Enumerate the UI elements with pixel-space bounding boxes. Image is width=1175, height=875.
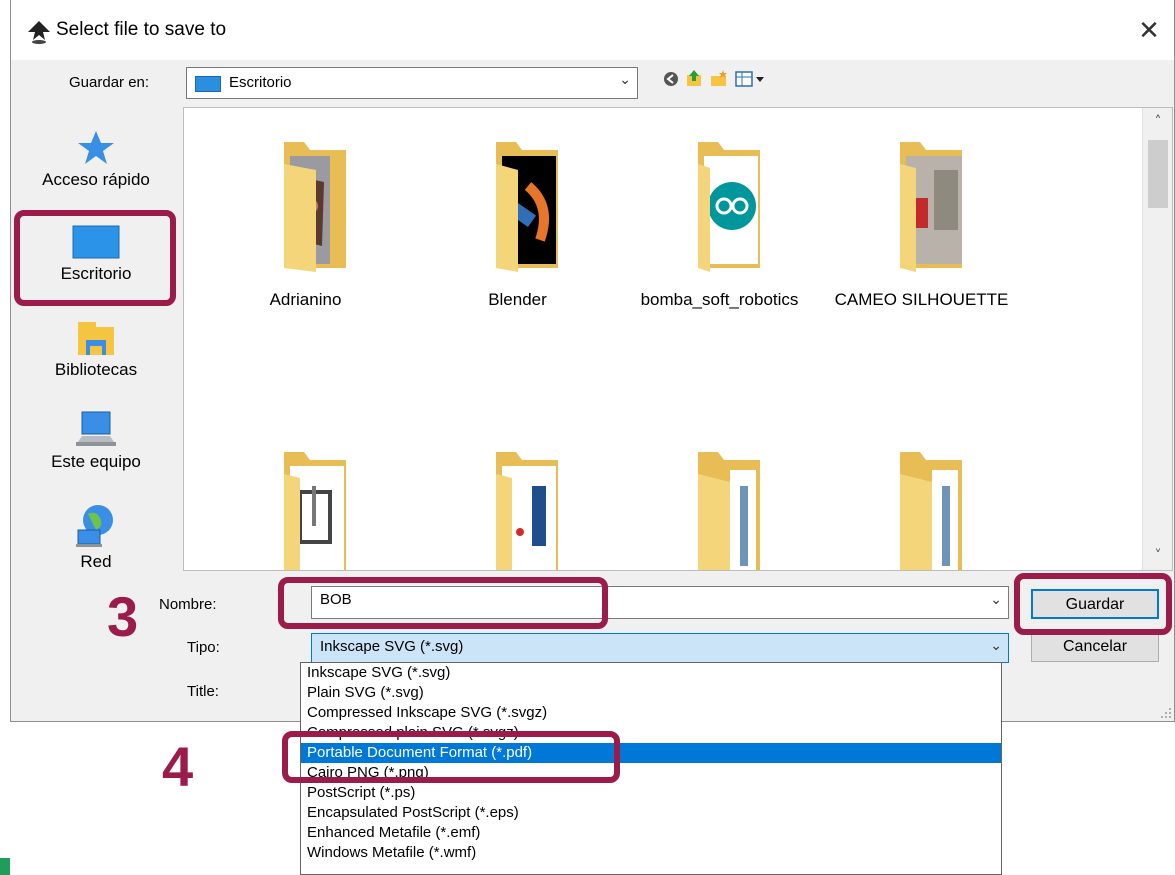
scroll-up-icon[interactable]: ˄ bbox=[1143, 114, 1172, 130]
folder-item[interactable]: bomba_soft_robotics bbox=[632, 136, 807, 310]
place-label: Acceso rápido bbox=[42, 170, 150, 189]
type-label: Tipo: bbox=[187, 639, 220, 656]
name-label: Nombre: bbox=[159, 596, 217, 613]
network-icon bbox=[76, 505, 113, 547]
folder-item[interactable] bbox=[218, 446, 393, 570]
folder-icon bbox=[697, 142, 760, 272]
file-type-option[interactable]: Encapsulated PostScript (*.eps) bbox=[301, 803, 1001, 823]
title-bar: Select file to save to ✕ bbox=[11, 0, 1174, 60]
view-menu-icon[interactable] bbox=[734, 67, 770, 89]
file-type-option[interactable]: Plain SVG (*.svg) bbox=[301, 683, 1001, 703]
folder-item[interactable] bbox=[430, 446, 605, 570]
title-label: Title: bbox=[187, 683, 219, 700]
highlight-escritorio bbox=[14, 210, 176, 306]
star-icon bbox=[78, 131, 114, 164]
folder-icon bbox=[899, 452, 962, 570]
folder-name: Blender bbox=[488, 290, 547, 309]
folder-item[interactable] bbox=[834, 446, 1009, 570]
folder-item[interactable]: Adrianino bbox=[218, 136, 393, 310]
folder-icon bbox=[283, 142, 346, 272]
place-network[interactable]: Red bbox=[11, 502, 181, 572]
green-marker bbox=[0, 858, 10, 875]
step-3-label: 3 bbox=[107, 585, 139, 648]
file-type-value: Inkscape SVG (*.svg) bbox=[320, 638, 464, 655]
folder-icon bbox=[899, 142, 962, 272]
libraries-icon bbox=[78, 322, 114, 355]
folder-icon bbox=[495, 142, 558, 272]
up-folder-icon[interactable] bbox=[684, 67, 704, 89]
scroll-thumb[interactable] bbox=[1148, 140, 1168, 208]
vertical-scrollbar[interactable]: ˄ ˅ bbox=[1142, 108, 1172, 570]
step-4-label: 4 bbox=[162, 735, 194, 798]
folder-icon bbox=[495, 452, 558, 570]
save-in-label: Guardar en: bbox=[69, 74, 150, 91]
place-label: Este equipo bbox=[51, 452, 141, 471]
close-button[interactable]: ✕ bbox=[1132, 14, 1166, 48]
folder-name: bomba_soft_robotics bbox=[640, 290, 799, 309]
highlight-filename bbox=[278, 577, 608, 629]
resize-grip-icon[interactable] bbox=[1160, 707, 1172, 719]
chevron-down-icon: ⌄ bbox=[990, 638, 1002, 654]
file-type-option[interactable]: Inkscape SVG (*.svg) bbox=[301, 663, 1001, 683]
save-in-dropdown[interactable]: Escritorio ⌄ bbox=[186, 67, 638, 99]
file-list: Adrianino Blender bomba_soft_robotics CA… bbox=[183, 107, 1173, 571]
places-sidebar: Acceso rápido Escritorio Bibliotecas Est… bbox=[11, 110, 171, 571]
new-folder-icon[interactable] bbox=[709, 67, 729, 89]
chevron-down-icon[interactable]: ⌄ bbox=[990, 592, 1002, 608]
file-type-option[interactable]: Enhanced Metafile (*.emf) bbox=[301, 823, 1001, 843]
cancel-button[interactable]: Cancelar bbox=[1031, 632, 1159, 662]
highlight-save-button bbox=[1014, 573, 1172, 635]
highlight-pdf-option bbox=[282, 731, 620, 783]
place-libraries[interactable]: Bibliotecas bbox=[11, 318, 181, 380]
desktop-icon bbox=[195, 76, 221, 92]
folder-icon bbox=[697, 452, 760, 570]
folder-item[interactable]: Blender bbox=[430, 136, 605, 310]
folder-name: Adrianino bbox=[269, 290, 342, 309]
inkscape-icon bbox=[28, 21, 50, 44]
folder-item[interactable] bbox=[632, 446, 807, 570]
place-quick-access[interactable]: Acceso rápido bbox=[11, 128, 181, 190]
folder-name: CAMEO SILHOUETTE bbox=[834, 290, 1009, 309]
back-icon[interactable] bbox=[661, 67, 681, 89]
file-type-option[interactable]: PostScript (*.ps) bbox=[301, 783, 1001, 803]
place-this-pc[interactable]: Este equipo bbox=[11, 410, 181, 472]
place-label: Bibliotecas bbox=[54, 360, 138, 379]
scroll-down-icon[interactable]: ˅ bbox=[1143, 548, 1172, 564]
place-label: Red bbox=[80, 552, 112, 571]
window-title: Select file to save to bbox=[56, 19, 227, 40]
close-icon: ✕ bbox=[1138, 16, 1160, 46]
save-in-value: Escritorio bbox=[229, 74, 292, 91]
folder-icon bbox=[283, 452, 346, 570]
chevron-down-icon: ⌄ bbox=[619, 72, 631, 88]
file-type-option[interactable]: Windows Metafile (*.wmf) bbox=[301, 843, 1001, 863]
computer-icon bbox=[76, 411, 116, 446]
file-type-select[interactable]: Inkscape SVG (*.svg) ⌄ bbox=[311, 633, 1009, 663]
file-type-option[interactable]: Compressed Inkscape SVG (*.svgz) bbox=[301, 703, 1001, 723]
folder-item[interactable]: CAMEO SILHOUETTE bbox=[834, 136, 1009, 310]
